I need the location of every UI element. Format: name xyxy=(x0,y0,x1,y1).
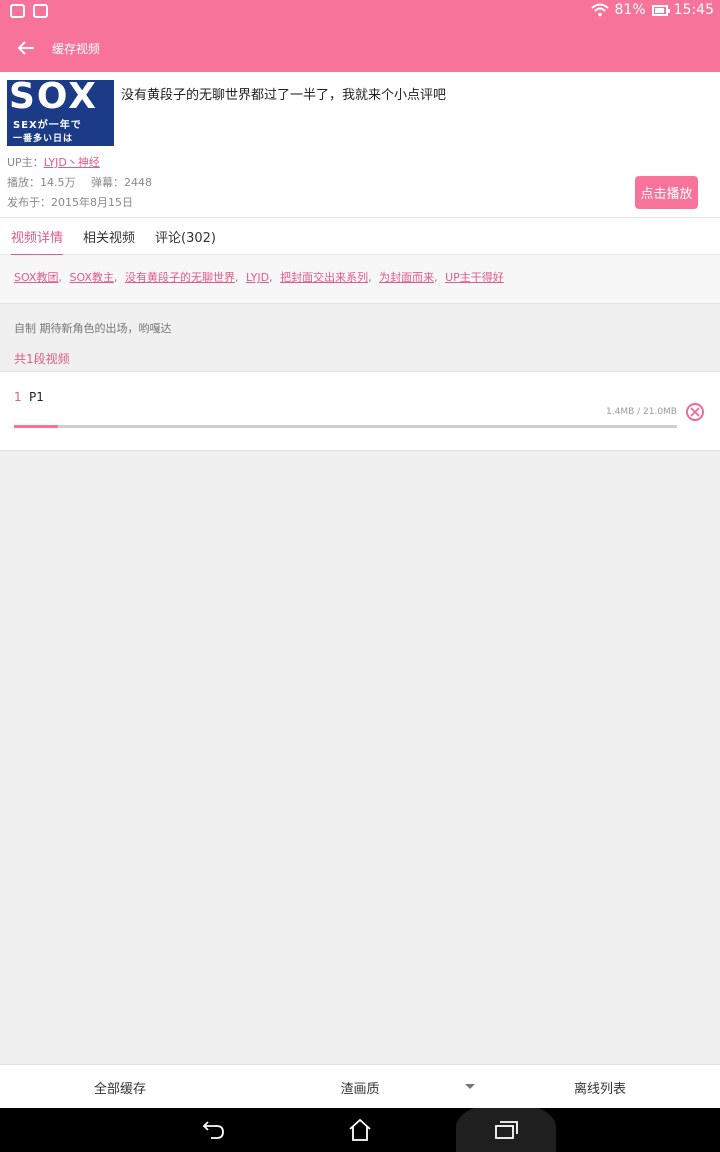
uploader-line: UP主：LYJD丶神经 xyxy=(7,154,100,170)
uploader-link[interactable]: LYJD丶神经 xyxy=(44,156,100,169)
download-progress-fill xyxy=(14,425,59,428)
part-label: P1 xyxy=(29,390,44,404)
parts-count: 共1段视频 xyxy=(14,352,70,366)
video-title: 没有黄段子的无聊世界都过了一半了，我就来个小点评吧 xyxy=(121,88,447,103)
wifi-icon xyxy=(590,3,609,17)
back-button[interactable] xyxy=(0,24,52,72)
cache-all-button[interactable]: 全部缓存 xyxy=(0,1065,240,1109)
danmaku-count: 弹幕：2448 xyxy=(91,176,152,189)
thumbnail-line2: 一番多い日は xyxy=(13,134,74,144)
clock: 15:45 xyxy=(673,2,714,18)
status-bar: 81% 15:45 xyxy=(0,0,720,24)
play-button[interactable]: 点击播放 xyxy=(635,176,698,209)
video-info-card: SOX SEXが一年で 一番多い日は 没有黄段子的无聊世界都过了一半了，我就来个… xyxy=(0,72,720,217)
notification-image-icon xyxy=(33,4,48,18)
tab-related-videos[interactable]: 相关视频 xyxy=(83,218,135,255)
tag-link[interactable]: LYJD xyxy=(246,271,269,284)
chevron-down-icon xyxy=(465,1084,475,1089)
nav-back-button[interactable] xyxy=(184,1108,244,1152)
download-size: 1.4MB / 21.0MB xyxy=(606,407,677,417)
cancel-download-button[interactable] xyxy=(686,403,704,421)
recents-touch-highlight xyxy=(456,1102,556,1152)
app-bar: 缓存视频 xyxy=(0,24,720,72)
quality-select[interactable]: 渣画质 xyxy=(240,1065,480,1109)
back-arrow-icon xyxy=(202,1121,224,1139)
content-area: SOX SEXが一年で 一番多い日は 没有黄段子的无聊世界都过了一半了，我就来个… xyxy=(0,72,720,1064)
tag-link[interactable]: SOX教主 xyxy=(69,271,113,284)
bottom-action-bar: 全部缓存 渣画质 离线列表 xyxy=(0,1064,720,1108)
video-description: 自制 期待新角色的出场，哟嘎达 xyxy=(14,322,172,335)
tab-bar: 视频详情 相关视频 评论(302) xyxy=(0,217,720,256)
download-part-row[interactable]: 1 P1 1.4MB / 21.0MB xyxy=(0,371,720,451)
battery-icon xyxy=(651,4,670,16)
download-progress-bar xyxy=(14,425,677,428)
thumbnail-logo-text: SOX xyxy=(9,80,99,117)
nav-home-button[interactable] xyxy=(330,1108,390,1152)
tab-video-details[interactable]: 视频详情 xyxy=(11,218,64,256)
thumbnail-line1: SEXが一年で xyxy=(13,120,82,131)
tag-link[interactable]: 没有黄段子的无聊世界 xyxy=(125,271,235,284)
uploader-label: UP主： xyxy=(7,156,44,169)
notification-face-icon xyxy=(10,4,25,18)
tag-link[interactable]: 把封面交出来系列 xyxy=(280,271,368,284)
video-thumbnail[interactable]: SOX SEXが一年で 一番多い日は xyxy=(7,80,114,146)
part-index: 1 xyxy=(14,390,22,404)
arrow-left-icon xyxy=(17,41,34,55)
home-icon xyxy=(349,1118,371,1141)
tag-link[interactable]: SOX教团 xyxy=(14,271,58,284)
tag-link[interactable]: UP主干得好 xyxy=(445,271,504,284)
tab-comments[interactable]: 评论(302) xyxy=(155,218,216,255)
publish-date: 发布于：2015年8月15日 xyxy=(7,196,133,209)
page-title: 缓存视频 xyxy=(52,41,101,56)
close-icon xyxy=(690,407,700,417)
stats-line: 播放：14.5万 弹幕：2448 xyxy=(7,174,152,190)
tag-list: SOX教团, SOX教主, 没有黄段子的无聊世界, LYJD, 把封面交出来系列… xyxy=(0,255,720,304)
tag-link[interactable]: 为封面而来 xyxy=(379,271,434,284)
battery-level xyxy=(654,7,665,13)
views-count: 播放：14.5万 xyxy=(7,176,76,189)
battery-percent: 81% xyxy=(614,2,646,18)
system-nav-bar xyxy=(0,1108,720,1152)
